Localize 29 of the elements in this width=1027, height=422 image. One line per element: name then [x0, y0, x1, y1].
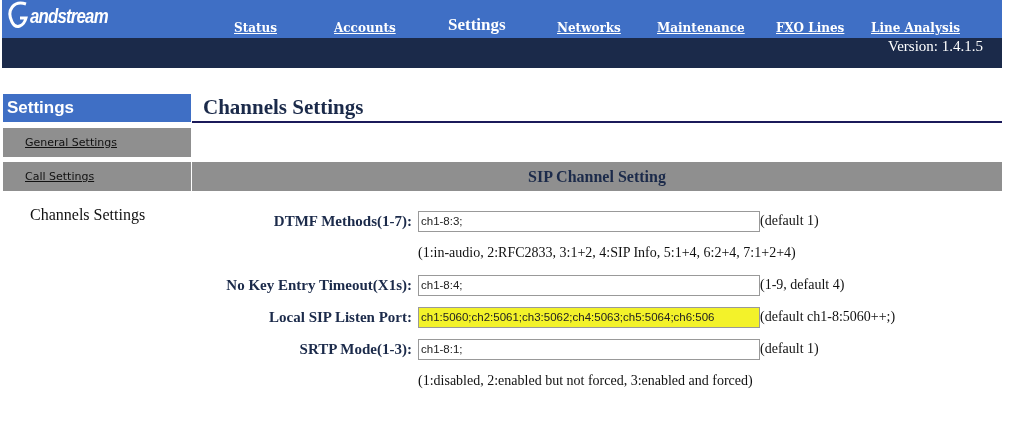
options-note: (1:in-audio, 2:RFC2833, 3:1+2, 4:SIP Info, 5:1+4, 6:2+4, 7:1+2+4)	[418, 244, 797, 262]
sidebar-title: Settings	[3, 94, 191, 122]
field-label: Local SIP Listen Port:	[268, 308, 412, 327]
input-field[interactable]: ch1:5060;ch2:5061;ch3:5062;ch4:5063;ch5:5064;ch6:506	[418, 306, 760, 328]
input-field[interactable]: ch1-8:4;	[418, 274, 760, 296]
default-hint: (default 1)	[760, 341, 820, 357]
sidebar-item[interactable]: Channels Settings	[3, 200, 191, 229]
options-note: (1:disabled, 2:enabled but not forced, 3:enabled and forced)	[418, 372, 754, 390]
default-hint: (default 1)	[760, 213, 820, 229]
section-header: SIP Channel Setting	[192, 162, 1002, 191]
sidebar-item[interactable]: Call Settings	[3, 162, 191, 191]
nav-link[interactable]: FXO Lines	[776, 21, 871, 35]
input-field[interactable]: ch1-8:1;	[418, 338, 760, 360]
input-field[interactable]: ch1-8:3;	[418, 210, 760, 232]
nav-link[interactable]: Status	[234, 21, 334, 35]
nav-link[interactable]: Maintenance	[657, 21, 776, 35]
sidebar-item[interactable]: General Settings	[3, 128, 191, 157]
nav-link[interactable]: Line Analysis	[871, 21, 991, 35]
nav-link[interactable]: Networks	[557, 21, 657, 35]
logo: andstream	[30, 4, 108, 28]
default-hint: (default ch1-8:5060++;)	[760, 309, 897, 325]
default-hint: (1-9, default 4)	[760, 277, 846, 293]
page-title: Channels Settings	[192, 94, 1002, 123]
version-text: Version: 1.4.1.5	[888, 38, 984, 56]
nav-link[interactable]: Accounts	[334, 21, 448, 35]
nav-link[interactable]: Settings	[448, 15, 557, 35]
field-label: No Key Entry Timeout(X1s):	[225, 276, 412, 295]
field-label: SRTP Mode(1-3):	[298, 340, 412, 359]
field-label: DTMF Methods(1-7):	[272, 212, 412, 231]
